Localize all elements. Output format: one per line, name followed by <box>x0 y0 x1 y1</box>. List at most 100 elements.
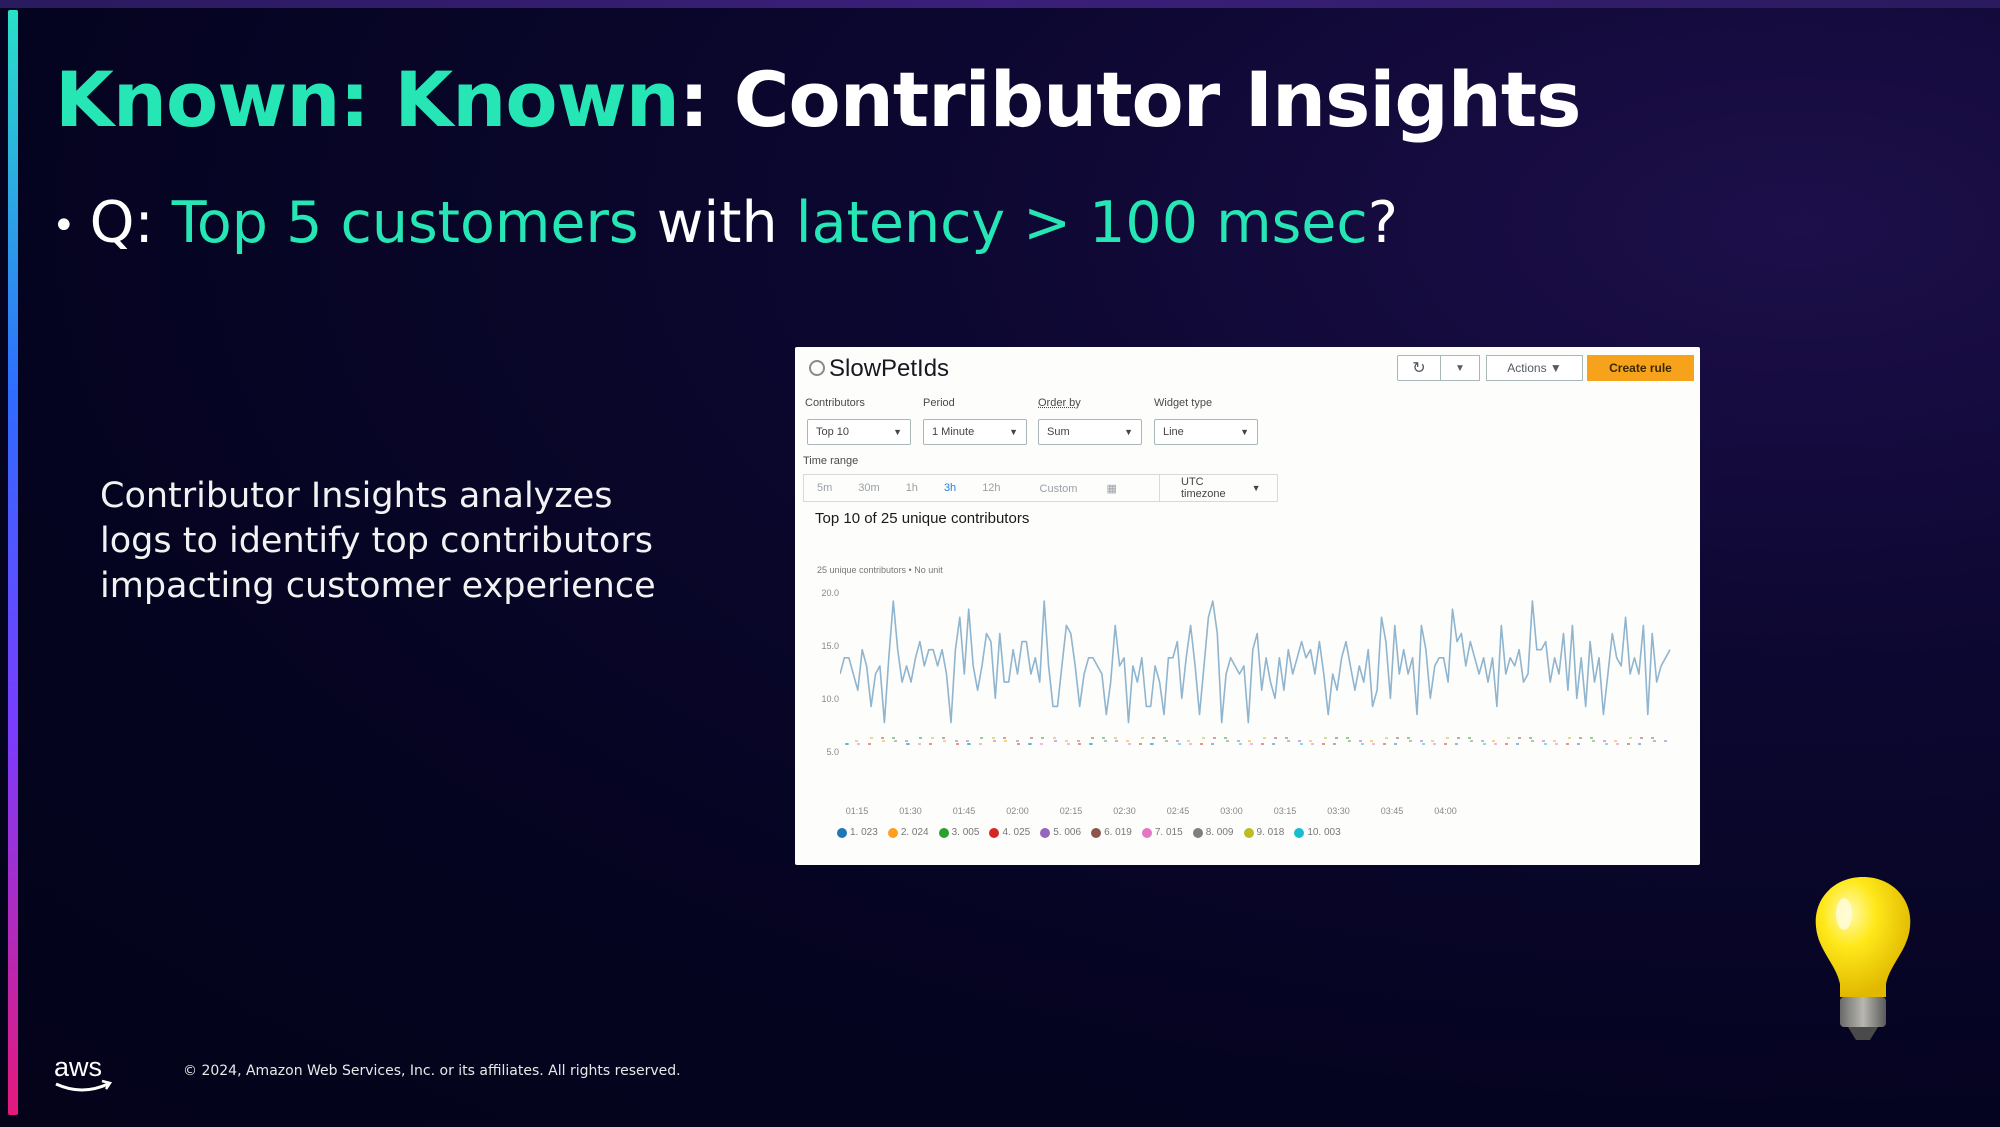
contributor-marker <box>1333 743 1336 745</box>
x-tick: 01:30 <box>899 806 922 816</box>
legend-item[interactable]: 8. 009 <box>1192 827 1234 838</box>
contributor-marker <box>1237 740 1240 742</box>
contributor-marker <box>1016 740 1019 742</box>
legend-item[interactable]: 6. 019 <box>1091 827 1132 838</box>
contributor-marker <box>1178 743 1181 745</box>
contributor-marker <box>1054 740 1057 742</box>
legend-label: 10. 003 <box>1307 827 1341 838</box>
time-range-selector: 5m 30m 1h 3h 12h Custom ▦ UTC timezone ▼ <box>803 474 1278 502</box>
range-custom[interactable]: Custom ▦ <box>1014 482 1143 495</box>
contributor-marker <box>968 743 971 745</box>
contributor-marker <box>1385 737 1388 739</box>
contributors-select[interactable]: Top 10 ▼ <box>807 419 911 445</box>
x-tick: 03:15 <box>1273 806 1297 816</box>
contributor-marker <box>1516 743 1519 745</box>
contributor-marker <box>980 737 983 739</box>
timezone-select[interactable]: UTC timezone ▼ <box>1159 475 1277 501</box>
contributor-marker <box>1078 743 1081 745</box>
contributor-marker <box>857 743 860 745</box>
contributor-marker <box>905 740 908 742</box>
legend-swatch <box>1294 827 1305 838</box>
order-by-value: Sum <box>1047 426 1070 438</box>
contributor-marker <box>1115 740 1118 742</box>
contributor-marker <box>870 737 873 739</box>
legend-item[interactable]: 7. 015 <box>1141 827 1183 838</box>
range-12h[interactable]: 12h <box>969 482 1013 494</box>
refresh-button[interactable]: ↻ <box>1397 355 1441 381</box>
contributor-marker <box>1004 740 1007 742</box>
contributor-marker <box>1126 740 1129 742</box>
contributor-marker <box>1213 737 1216 739</box>
widget-type-value: Line <box>1163 426 1184 438</box>
widget-type-select[interactable]: Line ▼ <box>1154 419 1258 445</box>
contributor-marker <box>1627 743 1630 745</box>
actions-button[interactable]: Actions ▼ <box>1486 355 1583 381</box>
contributor-marker <box>1030 737 1033 739</box>
contributor-marker <box>942 737 945 739</box>
contributor-marker <box>1640 737 1643 739</box>
contributor-marker <box>1029 743 1032 745</box>
contributor-marker <box>1664 740 1667 742</box>
contributor-marker <box>1272 743 1275 745</box>
contributor-marker <box>1263 737 1266 739</box>
y-tick: 5.0 <box>826 747 839 757</box>
legend-item[interactable]: 4. 025 <box>989 827 1030 838</box>
contributor-marker <box>1529 737 1532 739</box>
contributor-marker <box>1300 743 1303 745</box>
title-highlight: Known: Known <box>55 55 680 144</box>
contributor-marker <box>1629 737 1632 739</box>
contributor-marker <box>1592 740 1595 742</box>
contributor-marker <box>1446 737 1449 739</box>
contributor-marker <box>1407 737 1410 739</box>
contributor-marker <box>1248 740 1251 742</box>
range-30m[interactable]: 30m <box>845 482 892 494</box>
contributor-marker <box>1067 743 1070 745</box>
contributor-marker <box>1553 740 1556 742</box>
contributor-marker <box>894 740 897 742</box>
order-by-select[interactable]: Sum ▼ <box>1038 419 1142 445</box>
x-tick: 01:15 <box>845 806 869 816</box>
contributor-marker <box>882 740 885 742</box>
x-tick: 02:30 <box>1113 806 1136 816</box>
range-1h[interactable]: 1h <box>893 482 931 494</box>
legend-label: 4. 025 <box>1002 827 1031 838</box>
contributor-marker <box>919 737 922 739</box>
legend-item[interactable]: 10. 003 <box>1294 827 1341 838</box>
period-select[interactable]: 1 Minute ▼ <box>923 419 1027 445</box>
contributor-marker <box>1285 737 1288 739</box>
x-tick: 03:00 <box>1220 806 1243 816</box>
bullet-qmark: ? <box>1367 190 1398 256</box>
contributor-marker <box>1104 740 1107 742</box>
select-radio-icon[interactable] <box>809 360 825 376</box>
legend-label: 2. 024 <box>900 827 929 838</box>
x-tick: 03:45 <box>1380 806 1404 816</box>
contributor-marker <box>1189 743 1192 745</box>
bullet-q: Q: <box>89 190 172 256</box>
legend-item[interactable]: 1. 023 <box>837 827 878 838</box>
legend-label: 3. 005 <box>951 827 980 838</box>
legend-item[interactable]: 2. 024 <box>887 827 929 838</box>
contributor-marker <box>1542 740 1545 742</box>
contributor-marker <box>1494 743 1497 745</box>
contributor-marker <box>1470 740 1473 742</box>
period-label: Period <box>923 397 955 409</box>
range-3h[interactable]: 3h <box>931 482 969 494</box>
create-rule-button[interactable]: Create rule <box>1587 355 1694 381</box>
widget-title-text: SlowPetIds <box>829 355 950 382</box>
legend-swatch <box>887 827 898 838</box>
range-5m[interactable]: 5m <box>804 482 845 494</box>
contributor-marker <box>1274 737 1277 739</box>
legend-swatch <box>989 827 1000 838</box>
refresh-dropdown-button[interactable]: ▼ <box>1441 355 1480 381</box>
contributor-marker <box>931 737 934 739</box>
legend-item[interactable]: 5. 006 <box>1040 827 1081 838</box>
legend-item[interactable]: 3. 005 <box>938 827 980 838</box>
contributor-marker <box>1394 743 1397 745</box>
aws-logo-text: aws <box>54 1052 102 1082</box>
legend-swatch <box>1040 827 1051 838</box>
legend-item[interactable]: 9. 018 <box>1243 827 1284 838</box>
legend-label: 7. 015 <box>1154 827 1183 838</box>
contributor-insights-widget: SlowPetIds ↻ ▼ Actions ▼ Create rule Con… <box>795 347 1700 865</box>
legend-swatch <box>1192 827 1203 838</box>
contributor-marker <box>1176 740 1179 742</box>
